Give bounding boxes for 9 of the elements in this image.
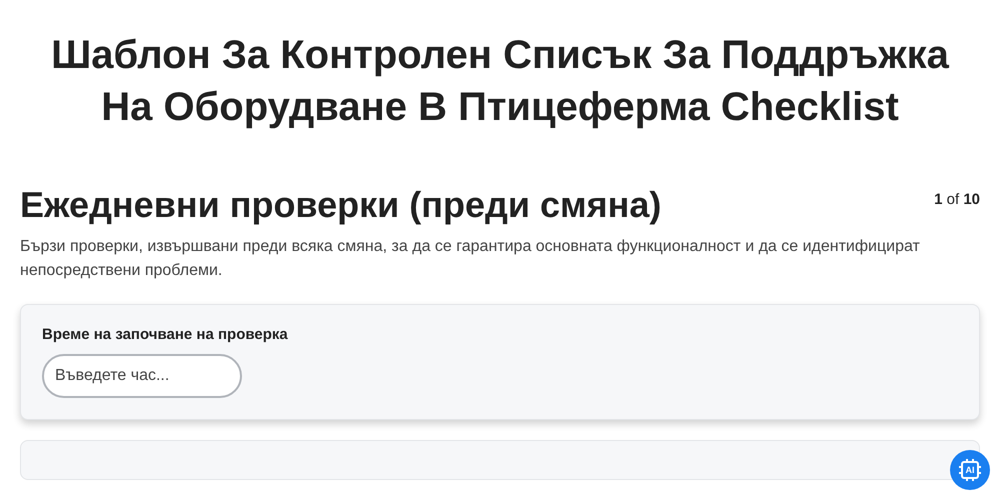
page-title: Шаблон За Контролен Списък За Поддръжка На Оборудване В Птицеферма Checklist: [50, 32, 950, 131]
page-counter: 1 of 10: [934, 190, 980, 210]
ai-label: AI: [966, 466, 974, 474]
field-label: Време на започване на проверка: [42, 325, 289, 345]
section-heading: Ежедневни проверки (преди смяна): [20, 183, 662, 227]
chip-icon: [958, 458, 982, 482]
section-description: Бързи проверки, извършвани преди всяка смяна, за да се гарантира основната функционалност и да се идентифицират непосредствени проблеми.: [20, 237, 921, 281]
time-input[interactable]: Въведете час...: [42, 354, 242, 398]
ai-button[interactable]: AI: [950, 450, 990, 490]
